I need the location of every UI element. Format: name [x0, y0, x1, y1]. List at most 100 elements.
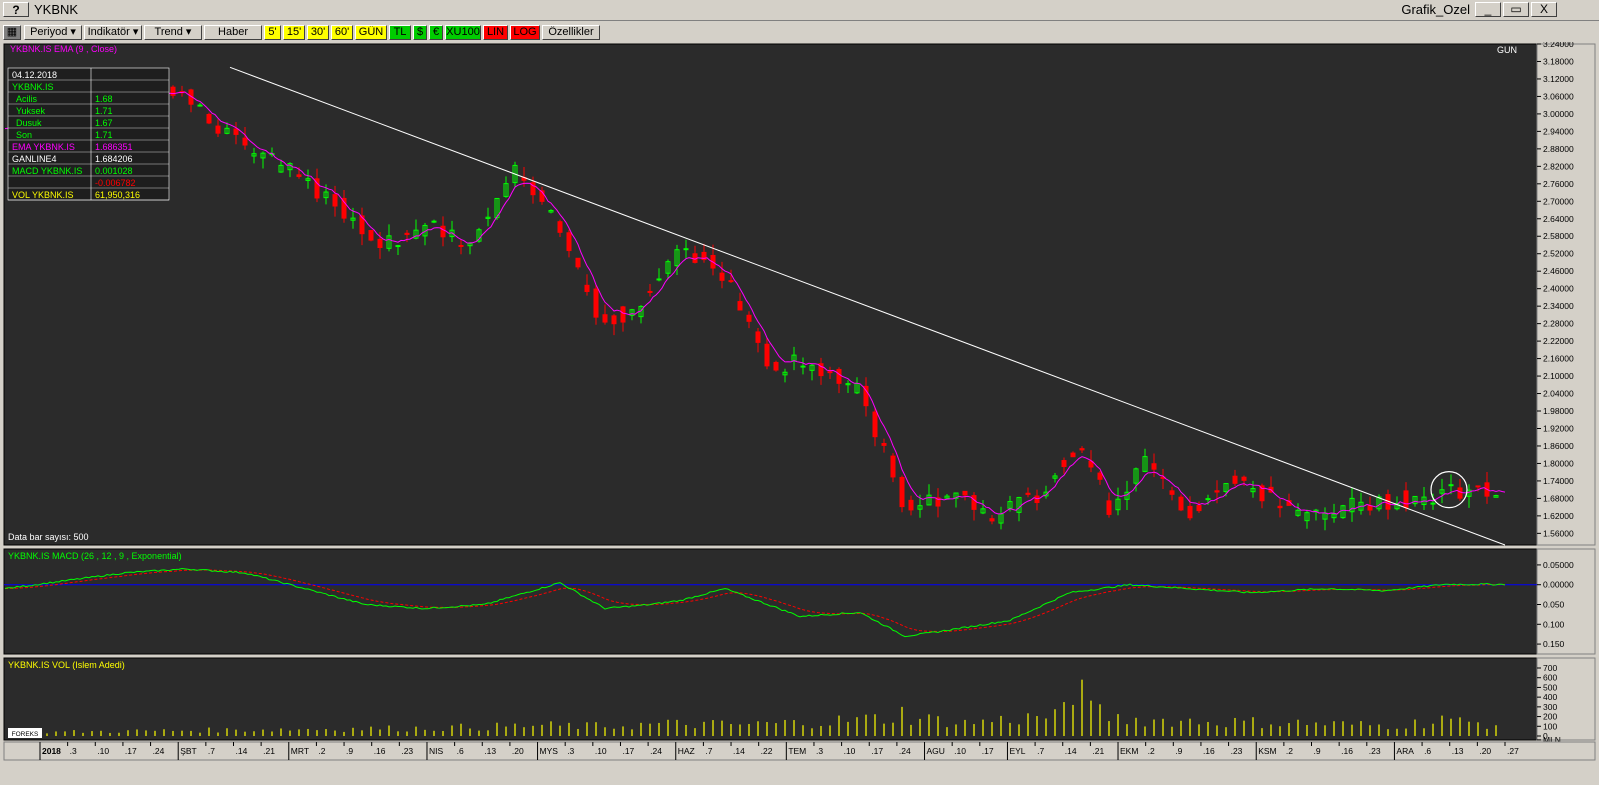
toolbar-button-label: 30' — [310, 26, 326, 38]
candle-body — [215, 125, 221, 134]
candle-body — [890, 455, 896, 478]
toolbar-button-11[interactable]: € — [429, 25, 443, 40]
info-row-label: YKBNK.IS — [12, 82, 54, 92]
restore-button[interactable]: ▭ — [1503, 2, 1529, 17]
stock-chart[interactable]: 3.24000 3.18000 3.12000 3.06000 3.00000 2.940… — [0, 39, 1599, 782]
candle-body — [431, 220, 437, 223]
toolbar-button-label: Özellikler — [548, 26, 594, 38]
candle-body — [728, 280, 734, 283]
info-row-label: GANLINE4 — [12, 154, 57, 164]
x-tick-label: .23 — [401, 746, 413, 756]
volume-panel-title: YKBNK.IS VOL (Islem Adedi) — [8, 660, 125, 670]
candle-body — [683, 248, 689, 251]
y-tick-label: 1.68000 — [1543, 493, 1574, 503]
toolbar-button-3[interactable]: Haber — [204, 25, 262, 40]
y-tick-label: 3.12000 — [1543, 74, 1574, 84]
x-tick-label: .14 — [1065, 746, 1077, 756]
candle-body — [881, 442, 887, 446]
x-tick-label: .14 — [235, 746, 247, 756]
window-title: Grafik_Ozel — [1401, 2, 1470, 17]
minimize-button[interactable]: _ — [1475, 2, 1501, 17]
toolbar-button-13[interactable]: LIN — [483, 25, 508, 40]
x-tick-label: .23 — [1369, 746, 1381, 756]
toolbar-button-6[interactable]: 30' — [307, 25, 329, 40]
y-tick-label: 1.98000 — [1543, 406, 1574, 416]
candle-body — [557, 221, 563, 233]
x-tick-label: .17 — [982, 746, 994, 756]
chart-logo-icon[interactable]: ▦ — [3, 25, 21, 40]
candle-body — [737, 301, 743, 311]
macd-panel-title: YKBNK.IS MACD (26 , 12 , 9 , Exponential… — [8, 551, 182, 561]
x-tick-label: .9 — [1314, 746, 1321, 756]
toolbar-button-12[interactable]: XU100 — [445, 25, 481, 40]
candle-body — [242, 137, 248, 146]
toolbar-button-label: Periyod — [30, 26, 68, 38]
toolbar-button-10[interactable]: $ — [413, 25, 427, 40]
toolbar-button-5[interactable]: 15' — [283, 25, 305, 40]
x-tick-label: .3 — [816, 746, 823, 756]
candle-body — [755, 331, 761, 343]
x-tick-label: .7 — [1037, 746, 1044, 756]
panel-2-plot — [3, 548, 1538, 655]
x-tick-label: .6 — [1424, 746, 1431, 756]
candle-body — [971, 495, 977, 510]
candle-body — [800, 365, 806, 368]
x-tick-label: KSM — [1258, 746, 1276, 756]
chevron-down-icon: ▾ — [129, 26, 139, 38]
x-tick-label: .21 — [263, 746, 275, 756]
y-tick-label: 2.34000 — [1543, 301, 1574, 311]
toolbar-button-14[interactable]: LOG — [510, 25, 540, 40]
chart-area: 3.24000 3.18000 3.12000 3.06000 3.00000 2.940… — [0, 39, 1599, 782]
y-tick-label: 2.64000 — [1543, 214, 1574, 224]
toolbar-button-1[interactable]: Indikatör ▾ — [84, 25, 142, 40]
candle-body — [566, 232, 572, 252]
x-tick-label: HAZ — [678, 746, 695, 756]
x-tick-label: .2 — [1286, 746, 1293, 756]
x-tick-label: .16 — [374, 746, 386, 756]
close-button[interactable]: X — [1531, 2, 1557, 17]
help-button[interactable]: ? — [3, 2, 29, 17]
y-tick-label: 2.40000 — [1543, 284, 1574, 294]
info-row-value: 1.71 — [95, 106, 113, 116]
toolbar-button-label: 15' — [286, 26, 302, 38]
candle-body — [233, 128, 239, 135]
candle-body — [1151, 463, 1157, 470]
info-row-value: 61,950,316 — [95, 190, 140, 200]
x-tick-label: .13 — [1452, 746, 1464, 756]
candle-body — [1079, 448, 1085, 451]
vol-y-tick-label: 300 — [1543, 702, 1557, 712]
period-label: GUN — [1497, 45, 1517, 55]
toolbar-button-label: TL — [393, 26, 407, 38]
y-tick-label: 2.52000 — [1543, 249, 1574, 259]
toolbar-button-9[interactable]: TL — [389, 25, 411, 40]
info-row-label: Son — [16, 130, 32, 140]
y-tick-label: 3.18000 — [1543, 56, 1574, 66]
x-tick-label: MYS — [540, 746, 559, 756]
toolbar-button-label: Haber — [218, 26, 248, 38]
candle-body — [647, 290, 653, 293]
toolbar-button-8[interactable]: GÜN — [355, 25, 387, 40]
toolbar-button-4[interactable]: 5' — [264, 25, 281, 40]
candle-body — [368, 230, 374, 241]
y-tick-label: 1.92000 — [1543, 423, 1574, 433]
toolbar-button-label: € — [432, 26, 440, 38]
candle-body — [1277, 505, 1283, 509]
candle-body — [377, 238, 383, 249]
window-titlebar: ? YKBNK Grafik_Ozel _ ▭ X — [0, 0, 1599, 21]
toolbar-button-15[interactable]: Özellikler — [542, 25, 600, 40]
toolbar-button-0[interactable]: Periyod ▾ — [24, 25, 82, 40]
x-tick-label: MRT — [291, 746, 309, 756]
info-row-value: -0.006782 — [95, 178, 136, 188]
y-tick-label: 1.56000 — [1543, 528, 1574, 538]
x-tick-label: .10 — [595, 746, 607, 756]
info-row-label: Dusuk — [16, 118, 42, 128]
toolbar-button-7[interactable]: 60' — [331, 25, 353, 40]
info-row-value: 1.71 — [95, 130, 113, 140]
x-tick-label: .22 — [761, 746, 773, 756]
x-tick-label: ŞBT — [180, 746, 197, 756]
macd-y-tick-label: 0.150 — [1543, 639, 1565, 649]
y-tick-label: 2.46000 — [1543, 266, 1574, 276]
toolbar-button-2[interactable]: Trend ▾ — [144, 25, 202, 40]
candle-body — [656, 278, 662, 281]
candle-body — [962, 490, 968, 496]
